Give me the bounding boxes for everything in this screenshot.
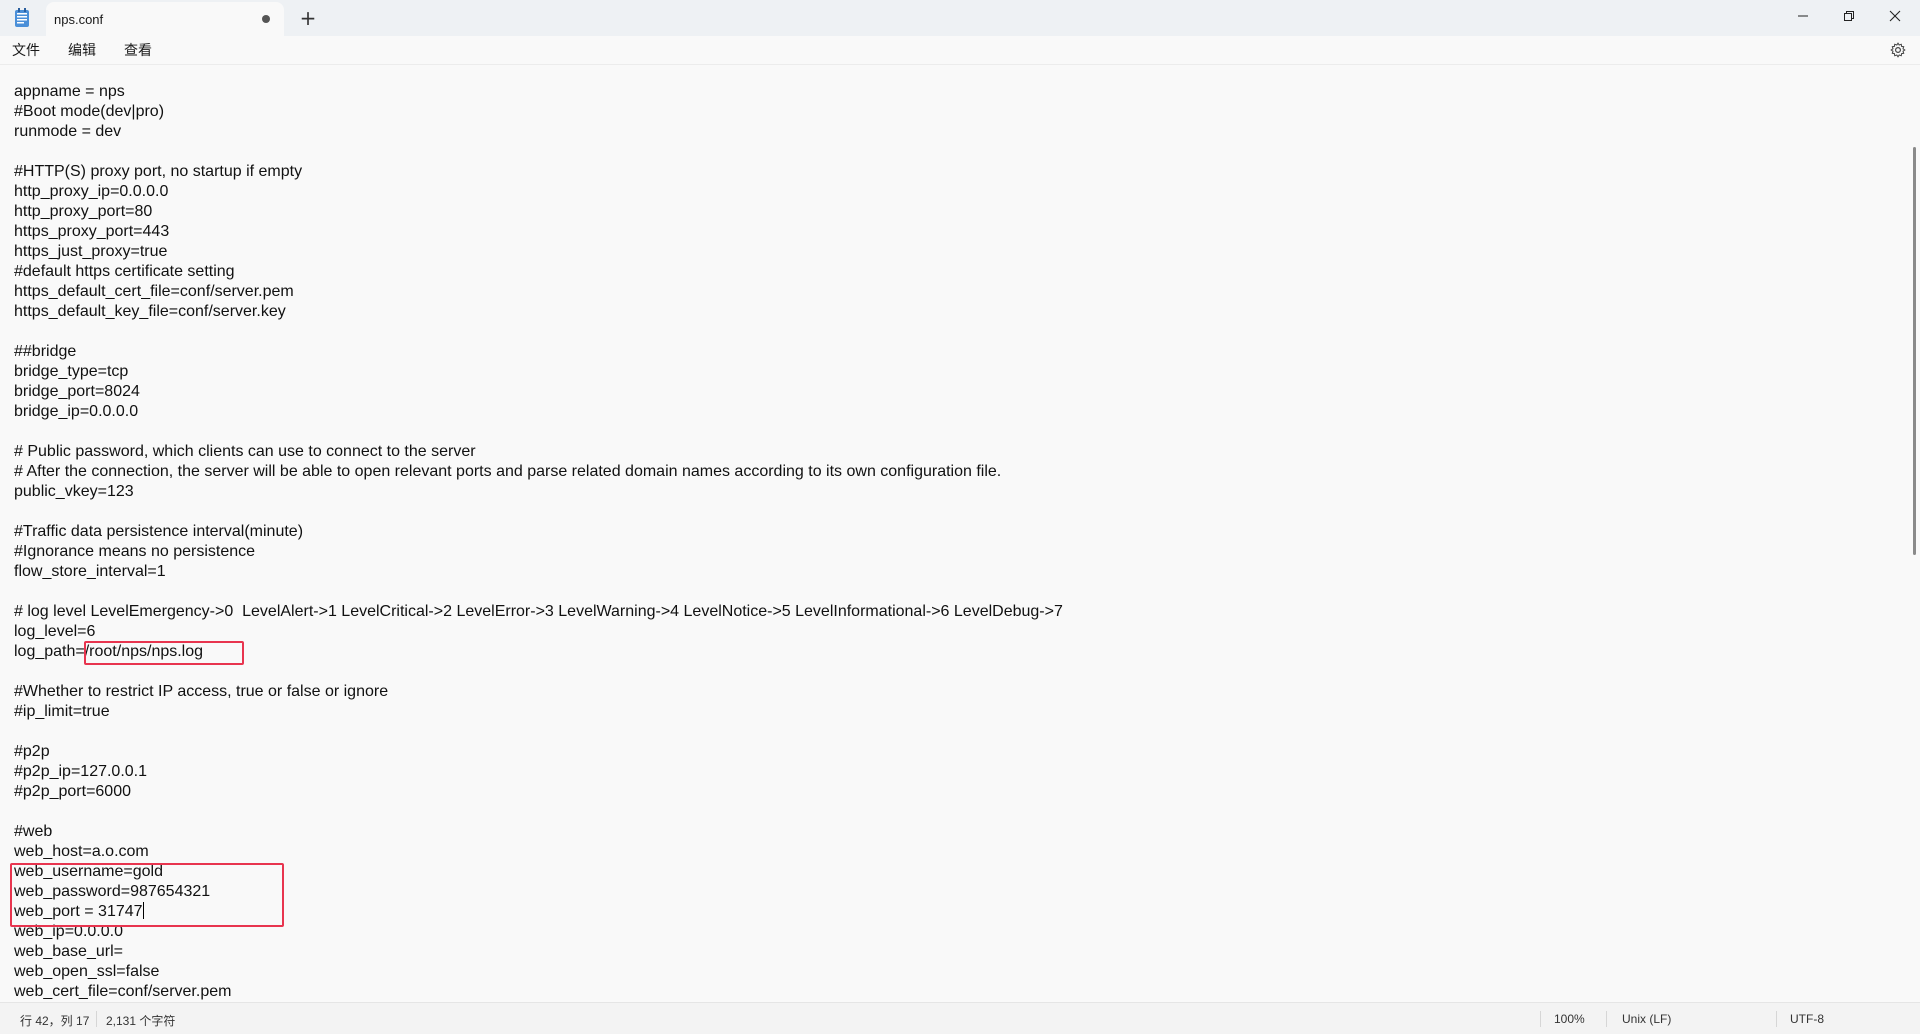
editor-line[interactable]: [14, 722, 1063, 742]
editor-line[interactable]: #web: [14, 822, 1063, 842]
gear-icon: [1890, 42, 1906, 58]
minimize-icon: [1798, 15, 1808, 17]
editor-line[interactable]: #p2p_port=6000: [14, 782, 1063, 802]
editor-line[interactable]: bridge_port=8024: [14, 382, 1063, 402]
editor-line[interactable]: ##bridge: [14, 342, 1063, 362]
editor-line[interactable]: [14, 582, 1063, 602]
editor-line[interactable]: #default https certificate setting: [14, 262, 1063, 282]
editor-line[interactable]: [14, 322, 1063, 342]
editor-line[interactable]: bridge_ip=0.0.0.0: [14, 402, 1063, 422]
editor-line[interactable]: # log level LevelEmergency->0 LevelAlert…: [14, 602, 1063, 622]
editor-line[interactable]: #Traffic data persistence interval(minut…: [14, 522, 1063, 542]
menu-edit[interactable]: 编辑: [54, 40, 110, 60]
encoding[interactable]: UTF-8: [1790, 1012, 1824, 1026]
editor-line[interactable]: runmode = dev: [14, 122, 1063, 142]
editor-line[interactable]: web_open_ssl=false: [14, 962, 1063, 982]
restore-icon: [1844, 11, 1854, 21]
editor-line[interactable]: https_default_key_file=conf/server.key: [14, 302, 1063, 322]
title-bar: nps.conf +: [0, 0, 1920, 36]
editor-line[interactable]: [14, 422, 1063, 442]
editor-line[interactable]: http_proxy_ip=0.0.0.0: [14, 182, 1063, 202]
vertical-scrollbar[interactable]: [1913, 147, 1916, 555]
editor-line[interactable]: http_proxy_port=80: [14, 202, 1063, 222]
zoom-level[interactable]: 100%: [1554, 1012, 1585, 1026]
line-ending[interactable]: Unix (LF): [1622, 1012, 1671, 1026]
editor-line[interactable]: appname = nps: [14, 82, 1063, 102]
editor-line[interactable]: [14, 502, 1063, 522]
editor-line[interactable]: #p2p: [14, 742, 1063, 762]
cursor-position: 行 42，列 17: [20, 1014, 90, 1028]
editor-line[interactable]: #p2p_ip=127.0.0.1: [14, 762, 1063, 782]
editor-line[interactable]: https_proxy_port=443: [14, 222, 1063, 242]
editor-line[interactable]: [14, 142, 1063, 162]
editor-line[interactable]: # Public password, which clients can use…: [14, 442, 1063, 462]
settings-button[interactable]: [1886, 38, 1910, 62]
menu-bar: 文件 编辑 查看: [0, 36, 1920, 64]
close-button[interactable]: [1872, 0, 1918, 32]
minimize-button[interactable]: [1780, 0, 1826, 32]
unsaved-dot-icon[interactable]: [262, 15, 270, 23]
editor-line[interactable]: flow_store_interval=1: [14, 562, 1063, 582]
editor-line[interactable]: public_vkey=123: [14, 482, 1063, 502]
editor-line[interactable]: [14, 662, 1063, 682]
highlight-box-web-credentials: [10, 863, 284, 927]
editor-line[interactable]: https_just_proxy=true: [14, 242, 1063, 262]
tab-title: nps.conf: [54, 11, 104, 27]
editor-line[interactable]: web_cert_file=conf/server.pem: [14, 982, 1063, 1002]
editor-line[interactable]: https_default_cert_file=conf/server.pem: [14, 282, 1063, 302]
editor-line[interactable]: web_host=a.o.com: [14, 842, 1063, 862]
editor-line[interactable]: #ip_limit=true: [14, 702, 1063, 722]
notepad-icon: [14, 8, 30, 28]
highlight-box-log-path: [84, 641, 244, 665]
editor-line[interactable]: log_level=6: [14, 622, 1063, 642]
restore-button[interactable]: [1826, 0, 1872, 32]
editor-line[interactable]: # After the connection, the server will …: [14, 462, 1063, 482]
menu-view[interactable]: 查看: [110, 40, 166, 60]
editor-line[interactable]: bridge_type=tcp: [14, 362, 1063, 382]
close-icon: [1889, 10, 1901, 22]
status-bar: 行 42，列 17 2,131 个字符 100% Unix (LF) UTF-8: [0, 1002, 1920, 1034]
text-editor[interactable]: appname = nps #Boot mode(dev|pro) runmode …: [0, 64, 1920, 1002]
menu-file[interactable]: 文件: [0, 40, 54, 60]
new-tab-button[interactable]: +: [296, 6, 320, 30]
editor-line[interactable]: [14, 802, 1063, 822]
editor-line[interactable]: web_base_url=: [14, 942, 1063, 962]
editor-line[interactable]: #Ignorance means no persistence: [14, 542, 1063, 562]
tab-nps-conf[interactable]: nps.conf: [46, 2, 284, 36]
editor-line[interactable]: #Boot mode(dev|pro): [14, 102, 1063, 122]
char-count: 2,131 个字符: [106, 1014, 176, 1028]
editor-line[interactable]: #Whether to restrict IP access, true or …: [14, 682, 1063, 702]
editor-line[interactable]: #HTTP(S) proxy port, no startup if empty: [14, 162, 1063, 182]
